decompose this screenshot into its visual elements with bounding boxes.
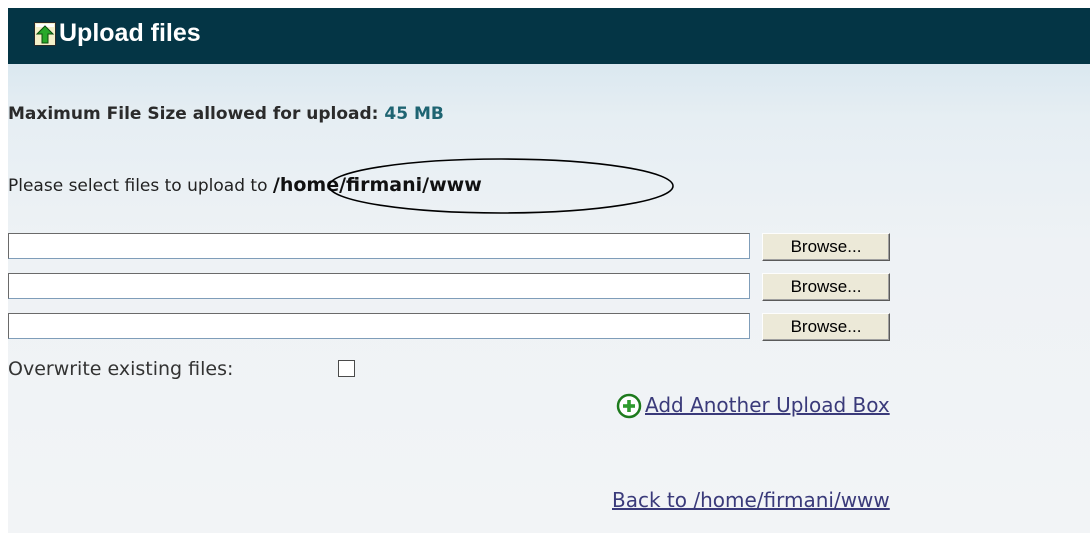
page-title: Upload files <box>59 19 201 47</box>
plus-circle-icon <box>616 393 642 419</box>
overwrite-label: Overwrite existing files: <box>8 358 234 380</box>
max-file-size: Maximum File Size allowed for upload: 45… <box>8 104 444 124</box>
file-path-input[interactable] <box>8 273 750 299</box>
upload-panel: Upload files Maximum File Size allowed f… <box>8 8 1090 533</box>
destination-prefix: Please select files to upload to <box>8 176 268 196</box>
upload-arrow-icon <box>34 22 56 46</box>
browse-button[interactable]: Browse... <box>762 313 890 341</box>
file-path-input[interactable] <box>8 233 750 259</box>
file-path-input[interactable] <box>8 313 750 339</box>
highlight-ellipse <box>328 158 674 214</box>
header-bar: Upload files <box>8 8 1090 64</box>
max-file-size-label: Maximum File Size allowed for upload: <box>8 104 379 124</box>
overwrite-checkbox[interactable] <box>338 360 355 377</box>
back-link[interactable]: Back to /home/firmani/www <box>612 488 890 512</box>
browse-button[interactable]: Browse... <box>762 273 890 301</box>
browse-button[interactable]: Browse... <box>762 233 890 261</box>
max-file-size-value: 45 MB <box>384 104 444 124</box>
add-upload-box-label: Add Another Upload Box <box>645 393 890 417</box>
